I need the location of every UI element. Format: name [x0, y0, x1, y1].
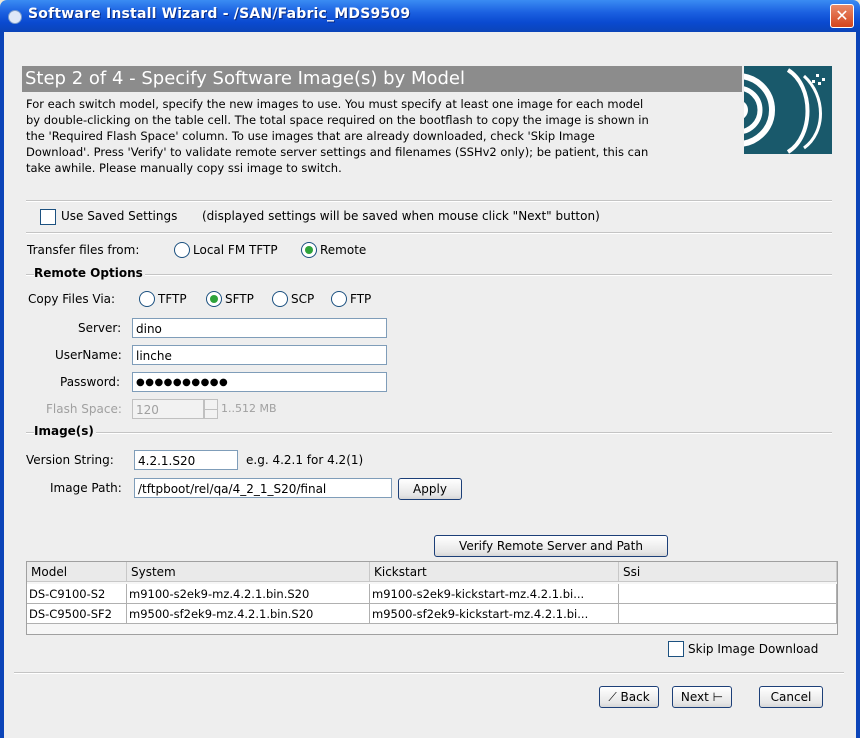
- ftp-radio[interactable]: [331, 291, 347, 307]
- table-cell-ssi[interactable]: [619, 604, 837, 624]
- username-input[interactable]: linche: [132, 345, 387, 365]
- back-arrow-icon: ⟋: [608, 690, 617, 704]
- server-input[interactable]: dino: [132, 318, 387, 338]
- password-input[interactable]: ●●●●●●●●●●: [132, 372, 387, 392]
- table-cell-kickstart[interactable]: m9100-s2ek9-kickstart-mz.4.2.1.bi...: [370, 584, 619, 604]
- images-table: Model System Kickstart Ssi DS-C9100-S2 m…: [26, 561, 838, 635]
- wizard-content: Step 2 of 4 - Specify Software Image(s) …: [4, 32, 856, 738]
- table-cell-system[interactable]: m9500-sf2ek9-mz.4.2.1.bin.S20: [127, 604, 370, 624]
- flash-space-range: 1..512 MB: [221, 402, 277, 415]
- step-title: Step 2 of 4 - Specify Software Image(s) …: [25, 68, 465, 89]
- use-saved-settings-label: Use Saved Settings: [61, 209, 178, 223]
- remote-radio[interactable]: [301, 242, 317, 258]
- footer-divider: [14, 672, 844, 674]
- description-line: by double-clicking on the table cell. Th…: [26, 113, 649, 127]
- scp-radio[interactable]: [272, 291, 288, 307]
- step-header: Step 2 of 4 - Specify Software Image(s) …: [22, 66, 742, 92]
- window-frame-right: [856, 32, 860, 738]
- back-button-label: Back: [620, 690, 650, 704]
- apply-button[interactable]: Apply: [398, 478, 462, 500]
- next-button[interactable]: Next ⊢: [672, 686, 732, 708]
- column-header-ssi[interactable]: Ssi: [619, 562, 837, 582]
- skip-image-download-checkbox[interactable]: [668, 641, 684, 657]
- scp-label: SCP: [291, 292, 315, 306]
- step-description: For each switch model, specify the new i…: [26, 96, 740, 176]
- app-icon: [8, 10, 22, 24]
- image-path-input[interactable]: /tftpboot/rel/qa/4_2_1_S20/final: [134, 478, 392, 498]
- ftp-label: FTP: [350, 292, 372, 306]
- table-cell-model[interactable]: DS-C9100-S2: [27, 584, 127, 604]
- back-button[interactable]: ⟋ Back: [599, 686, 659, 708]
- local-fm-tftp-label: Local FM TFTP: [193, 243, 278, 257]
- copy-files-via-label: Copy Files Via:: [28, 292, 116, 306]
- column-header-system[interactable]: System: [127, 562, 370, 582]
- description-line: Download'. Press 'Verify' to validate re…: [26, 145, 649, 159]
- username-label: UserName:: [55, 348, 122, 362]
- column-header-model[interactable]: Model: [27, 562, 127, 582]
- password-label: Password:: [60, 375, 121, 389]
- table-cell-system[interactable]: m9100-s2ek9-mz.4.2.1.bin.S20: [127, 584, 370, 604]
- version-string-label: Version String:: [26, 453, 114, 467]
- version-string-hint: e.g. 4.2.1 for 4.2(1): [246, 453, 364, 467]
- image-path-label: Image Path:: [50, 481, 122, 495]
- skip-image-download-label: Skip Image Download: [688, 642, 819, 656]
- version-string-input[interactable]: 4.2.1.S20: [134, 450, 238, 470]
- verify-remote-server-button[interactable]: Verify Remote Server and Path: [434, 535, 668, 557]
- description-line: take awhile. Please manually copy ssi im…: [26, 161, 342, 175]
- use-saved-settings-checkbox[interactable]: [40, 209, 56, 225]
- flash-space-label: Flash Space:: [46, 402, 122, 416]
- close-button[interactable]: ✕: [830, 4, 854, 28]
- sftp-label: SFTP: [225, 292, 254, 306]
- images-section-title: Image(s): [34, 424, 96, 438]
- images-divider: [26, 432, 832, 434]
- description-line: For each switch model, specify the new i…: [26, 97, 644, 111]
- transfer-from-label: Transfer files from:: [27, 243, 140, 257]
- next-button-label: Next: [680, 690, 709, 704]
- saved-settings-hint: (displayed settings will be saved when m…: [202, 209, 600, 223]
- cancel-button[interactable]: Cancel: [759, 686, 823, 708]
- remote-label: Remote: [320, 243, 367, 257]
- window-title: Software Install Wizard - /SAN/Fabric_MD…: [28, 6, 411, 22]
- table-cell-kickstart[interactable]: m9500-sf2ek9-kickstart-mz.4.2.1.bi...: [370, 604, 619, 624]
- tftp-radio[interactable]: [139, 291, 155, 307]
- description-line: the 'Required Flash Space' column. To us…: [26, 129, 595, 143]
- next-arrow-icon: ⊢: [712, 690, 724, 704]
- flash-space-input: 120: [132, 399, 204, 419]
- title-bar: Software Install Wizard - /SAN/Fabric_MD…: [0, 0, 860, 32]
- remote-options-title: Remote Options: [34, 266, 145, 280]
- sftp-radio[interactable]: [206, 291, 222, 307]
- cisco-wizard-logo-icon: [701, 66, 832, 154]
- table-cell-model[interactable]: DS-C9500-SF2: [27, 604, 127, 624]
- divider: [26, 232, 832, 234]
- tftp-label: TFTP: [158, 292, 187, 306]
- divider: [26, 200, 832, 202]
- local-fm-tftp-radio[interactable]: [174, 242, 190, 258]
- wizard-window: Software Install Wizard - /SAN/Fabric_MD…: [0, 0, 860, 738]
- table-cell-ssi[interactable]: [619, 584, 837, 604]
- server-label: Server:: [78, 321, 122, 335]
- remote-options-divider: [26, 274, 832, 276]
- column-header-kickstart[interactable]: Kickstart: [370, 562, 619, 582]
- flash-space-stepper: [204, 399, 218, 419]
